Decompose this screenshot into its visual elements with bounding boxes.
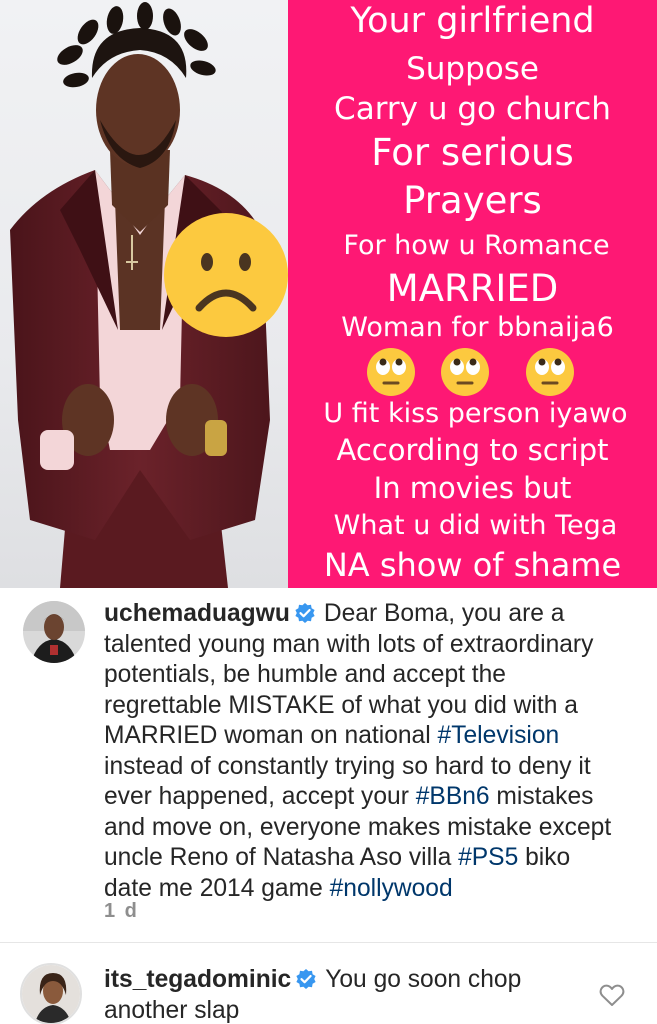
poster-line: U fit kiss person iyawo <box>323 398 628 429</box>
poster-line: In movies but <box>373 471 572 505</box>
rolling-eyes-emoji-icon <box>526 348 574 396</box>
poster-line: Your girlfriend <box>350 1 595 41</box>
rolling-eyes-emoji-icon <box>367 348 415 396</box>
heart-icon[interactable] <box>599 983 625 1007</box>
poster-line: For how u Romance <box>343 230 610 261</box>
poster-line: What u did with Tega <box>333 510 618 541</box>
poster-line: Woman for bbnaija6 <box>341 312 614 343</box>
avatar[interactable] <box>23 601 85 663</box>
comment-its-tegadominic: its_tegadominic You go soon chop another… <box>0 943 657 1024</box>
poster-line: Prayers <box>403 179 542 222</box>
hashtag-link[interactable]: #PS5 <box>458 844 518 871</box>
username-link[interactable]: uchemaduagwu <box>104 600 290 627</box>
poster-line: Carry u go church <box>334 91 611 127</box>
poster-line: For serious <box>371 131 574 174</box>
rolling-eyes-emoji-icon <box>441 348 489 396</box>
comment-body: its_tegadominic You go soon chop another… <box>104 965 574 1024</box>
comment-uchemaduagwu: uchemaduagwu Dear Boma, you are a talent… <box>0 588 657 942</box>
username-link[interactable]: its_tegadominic <box>104 966 291 993</box>
poster-line: Suppose <box>406 51 539 87</box>
hashtag-link[interactable]: #Television <box>438 722 560 749</box>
comment-timestamp: 1 d <box>104 900 139 922</box>
avatar-image <box>22 965 80 1023</box>
verified-badge-icon <box>296 969 316 989</box>
post-image[interactable]: Your girlfriend Suppose Carry u go churc… <box>0 0 657 588</box>
poster-line: MARRIED <box>386 267 559 310</box>
avatar-image <box>23 601 85 663</box>
verified-badge-icon <box>295 603 315 623</box>
sad-face-emoji-icon <box>164 213 288 337</box>
avatar[interactable] <box>20 963 82 1024</box>
poster-line: NA show of shame <box>323 546 622 584</box>
poster-text: Your girlfriend Suppose Carry u go churc… <box>288 0 657 588</box>
hashtag-link[interactable]: #nollywood <box>330 875 453 902</box>
comment-body: uchemaduagwu Dear Boma, you are a talent… <box>104 599 624 904</box>
hashtag-link[interactable]: #BBn6 <box>416 783 490 810</box>
poster-line: According to script <box>336 433 609 467</box>
